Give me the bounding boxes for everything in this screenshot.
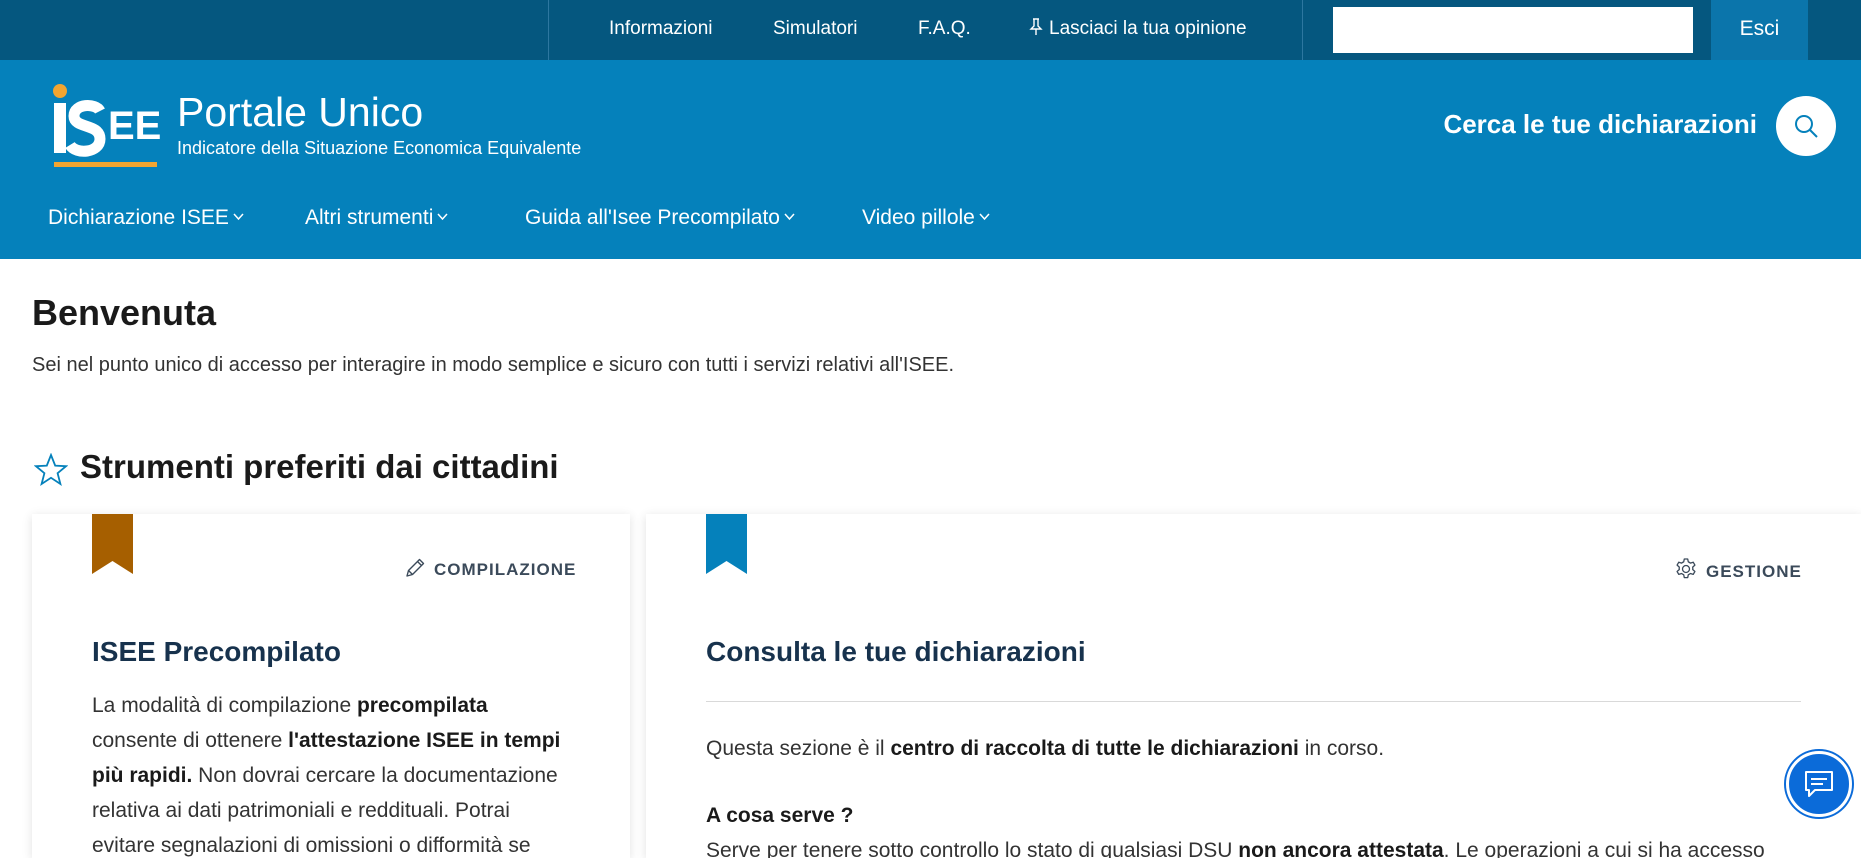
card-paragraph: Questa sezione è il centro di raccolta d… xyxy=(706,737,1385,760)
nav-video-pillole[interactable]: Video pillole xyxy=(862,206,990,230)
top-link-feedback[interactable]: Lasciaci la tua opinione xyxy=(1029,18,1247,40)
chevron-down-icon xyxy=(784,213,795,221)
gear-icon xyxy=(1676,558,1696,579)
search-icon xyxy=(1795,115,1818,138)
search-declarations-label[interactable]: Cerca le tue dichiarazioni xyxy=(1443,109,1757,140)
section-title: Strumenti preferiti dai cittadini xyxy=(80,448,559,485)
card-tag-label: GESTIONE xyxy=(1706,562,1802,581)
card-tag-label: COMPILAZIONE xyxy=(434,560,577,579)
card-isee-precompilato[interactable]: COMPILAZIONE ISEE Precompilato La modali… xyxy=(32,514,630,858)
chevron-down-icon xyxy=(979,213,990,221)
card-category-gestione: GESTIONE xyxy=(1674,557,1802,582)
chat-button[interactable] xyxy=(1786,751,1852,817)
pin-icon xyxy=(1029,18,1043,35)
card-description: La modalità di compilazione precompilata… xyxy=(92,694,561,857)
bookmark-icon xyxy=(92,514,133,574)
card-paragraph: Serve per tenere sotto controllo lo stat… xyxy=(706,839,1765,858)
chat-icon xyxy=(1805,771,1833,797)
nav-guida-precompilato[interactable]: Guida all'Isee Precompilato xyxy=(525,206,795,230)
pencil-icon xyxy=(406,558,425,577)
top-link-feedback-label: Lasciaci la tua opinione xyxy=(1049,18,1247,39)
isee-logo[interactable]: EE xyxy=(52,83,160,171)
divider xyxy=(706,701,1801,702)
chevron-down-icon xyxy=(437,213,448,221)
card-title[interactable]: Consulta le tue dichiarazioni xyxy=(706,636,1086,668)
top-link-informazioni[interactable]: Informazioni xyxy=(609,18,713,40)
site-title[interactable]: Portale Unico xyxy=(177,89,423,136)
nav-item-label: Guida all'Isee Precompilato xyxy=(525,206,780,229)
star-icon xyxy=(34,453,68,487)
card-category-compilazione: COMPILAZIONE xyxy=(404,557,576,580)
bookmark-icon xyxy=(706,514,747,574)
card-question: A cosa serve ? xyxy=(706,804,854,827)
nav-item-label: Dichiarazione ISEE xyxy=(48,206,229,229)
search-declarations-button[interactable] xyxy=(1776,96,1836,156)
top-search-input[interactable] xyxy=(1333,7,1693,53)
site-subtitle: Indicatore della Situazione Economica Eq… xyxy=(177,138,582,158)
nav-item-label: Video pillole xyxy=(862,206,975,229)
logout-button[interactable]: Esci xyxy=(1711,0,1808,60)
chevron-down-icon xyxy=(233,213,244,221)
page-title: Benvenuta xyxy=(32,292,217,333)
top-link-simulatori[interactable]: Simulatori xyxy=(773,18,857,40)
card-consulta-dichiarazioni[interactable]: GESTIONE Consulta le tue dichiarazioni Q… xyxy=(646,514,1861,858)
svg-text:EE: EE xyxy=(108,104,160,148)
top-link-faq[interactable]: F.A.Q. xyxy=(918,18,971,40)
nav-dichiarazione-isee[interactable]: Dichiarazione ISEE xyxy=(48,206,244,230)
card-title[interactable]: ISEE Precompilato xyxy=(92,636,341,668)
intro-text: Sei nel punto unico di accesso per inter… xyxy=(32,354,955,376)
nav-altri-strumenti[interactable]: Altri strumenti xyxy=(305,206,448,230)
top-utility-bar: Informazioni Simulatori F.A.Q. Lasciaci … xyxy=(0,0,1861,60)
nav-item-label: Altri strumenti xyxy=(305,206,434,229)
divider xyxy=(548,0,549,60)
divider xyxy=(1302,0,1303,60)
